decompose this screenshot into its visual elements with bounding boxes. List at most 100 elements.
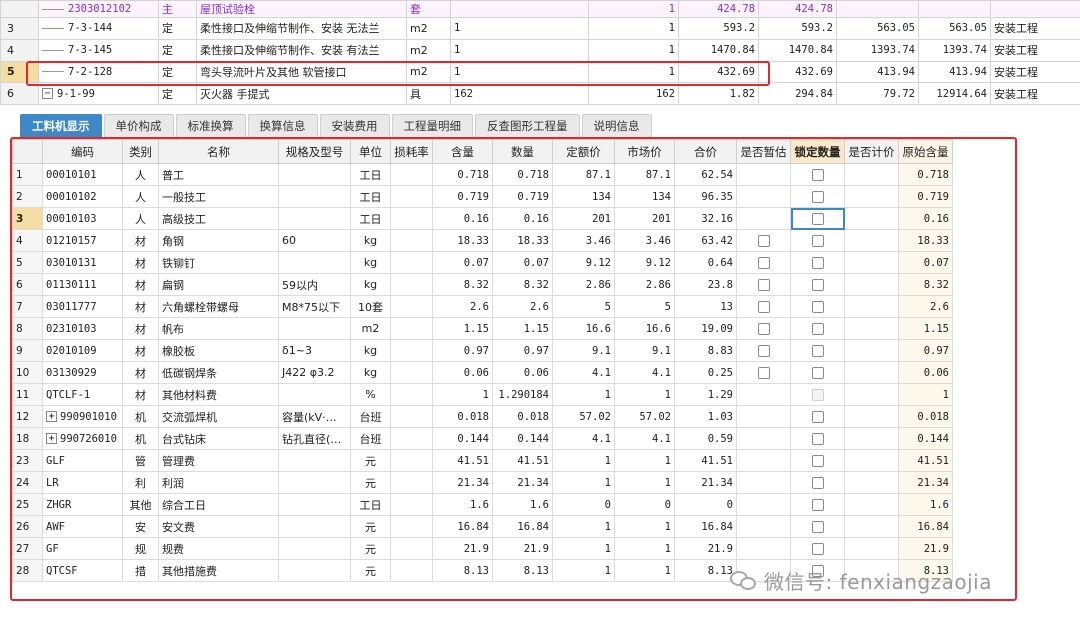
table-row[interactable]: 5 03010131 材 铁铆钉 kg 0.07 0.07 9.12 9.12 0.64 0.07 [12,251,953,274]
cell-cat[interactable]: 人 [122,207,159,230]
cell-name[interactable]: 帆布 [158,317,279,340]
table-row[interactable]: 1 00010101 人 普工 工日 0.718 0.718 87.1 87.1 62.54 0.7… [12,163,953,186]
cell-total[interactable]: 21.9 [674,537,737,560]
cell-loss[interactable] [390,163,433,186]
cell-priced[interactable] [844,361,899,384]
cell-orig[interactable]: 0.719 [898,185,953,208]
top-cell-unit[interactable]: 套 [406,0,451,18]
top-cell-c11[interactable]: 413.94 [918,60,991,84]
cell-content[interactable]: 41.51 [432,449,493,472]
cell-quota[interactable]: 0 [552,493,615,516]
cell-name[interactable]: 其他措施费 [158,559,279,582]
cell-orig[interactable]: 1.6 [898,493,953,516]
top-row[interactable]: 3 7-3-144 定 柔性接口及伸缩节制作、安装 无法兰 m2 1 1 593.2 593.2… [0,17,1080,40]
cell-estimate[interactable] [736,207,791,230]
cell-orig[interactable]: 18.33 [898,229,953,252]
cell-spec[interactable] [278,185,351,208]
cell-content[interactable]: 21.9 [432,537,493,560]
cell-estimate[interactable] [736,537,791,560]
top-cell-c11[interactable]: 1393.74 [918,38,991,62]
cell-quota[interactable]: 2.86 [552,273,615,296]
tab-4[interactable]: 安装费用 [319,114,390,137]
cell-priced[interactable] [844,515,899,538]
cell-lock-qty[interactable] [790,207,845,230]
cell-priced[interactable] [844,273,899,296]
cell-spec[interactable]: M8*75以下 [278,295,351,318]
cell-lock-qty[interactable] [790,185,845,208]
top-cell-qty_expr[interactable]: 1 [450,60,589,84]
estimate-checkbox[interactable] [757,367,770,379]
cell-content[interactable]: 21.34 [432,471,493,494]
cell-qty[interactable]: 1.290184 [492,383,553,406]
cell-qty[interactable]: 8.32 [492,273,553,296]
cell-quota[interactable]: 5 [552,295,615,318]
cell-loss[interactable] [390,493,433,516]
top-cell-code[interactable]: 7-2-128 [38,60,159,84]
table-row[interactable]: 10 03130929 材 低碳钢焊条 J422 φ3.2 kg 0.06 0.06 4.1 4.… [12,361,953,384]
top-cell-code[interactable]: 2303012102 [38,0,159,18]
cell-content[interactable]: 0.16 [432,207,493,230]
cell-loss[interactable] [390,339,433,362]
table-row[interactable]: 27 GF 规 规费 元 21.9 21.9 1 1 21.9 21.9 [12,537,953,560]
cell-qty[interactable]: 0.719 [492,185,553,208]
top-cell-total[interactable]: 593.2 [758,17,837,40]
top-cell-code[interactable]: 7-3-144 [38,17,159,40]
lock-qty-checkbox[interactable] [811,213,824,225]
cell-total[interactable]: 13 [674,295,737,318]
top-cell-spec[interactable]: 安装工程 [990,82,1080,105]
cell-spec[interactable] [278,493,351,516]
cell-estimate[interactable] [736,449,791,472]
top-row[interactable]: 4 7-3-145 定 柔性接口及伸缩节制作、安装 有法兰 m2 1 1 1470.84 147… [0,38,1080,62]
top-cell-unit[interactable]: m2 [406,17,451,40]
cell-priced[interactable] [844,537,899,560]
cell-lock-qty[interactable] [790,251,845,274]
cell-priced[interactable] [844,317,899,340]
lock-qty-checkbox[interactable] [811,521,824,533]
cell-unit[interactable]: 元 [350,449,391,472]
cell-unit[interactable]: % [350,383,391,406]
cell-loss[interactable] [390,471,433,494]
top-cell-col7[interactable]: 1 [588,0,679,18]
cell-market[interactable]: 16.6 [614,317,675,340]
cell-total[interactable]: 32.16 [674,207,737,230]
cell-market[interactable]: 9.1 [614,339,675,362]
cell-total[interactable]: 1.29 [674,383,737,406]
cell-qty[interactable]: 21.34 [492,471,553,494]
top-cell-c11[interactable] [918,0,991,18]
lock-qty-checkbox[interactable] [811,543,824,555]
cell-qty[interactable]: 0.97 [492,339,553,362]
cell-market[interactable]: 57.02 [614,405,675,428]
lock-qty-checkbox[interactable] [811,477,824,489]
cell-spec[interactable]: 钻孔直径(… [278,427,351,450]
cell-cat[interactable]: 材 [122,295,159,318]
lock-qty-checkbox[interactable] [811,235,824,247]
cell-lock-qty[interactable] [790,317,845,340]
top-cell-type[interactable]: 定 [158,60,197,84]
cell-name[interactable]: 利润 [158,471,279,494]
top-cell-price[interactable]: 593.2 [678,17,759,40]
column-header-4[interactable]: 规格及型号 [278,139,351,164]
table-row[interactable]: 25 ZHGR 其他 综合工日 工日 1.6 1.6 0 0 0 1.6 [12,493,953,516]
cell-priced[interactable] [844,339,899,362]
cell-spec[interactable] [278,537,351,560]
cell-priced[interactable] [844,471,899,494]
cell-spec[interactable] [278,449,351,472]
cell-spec[interactable] [278,317,351,340]
cell-code[interactable]: 03011777 [42,295,123,318]
cell-code[interactable]: 03010131 [42,251,123,274]
table-row[interactable]: 18 +990726010 机 台式钻床 钻孔直径(… 台班 0.144 0.144 4.1 4.… [12,427,953,450]
cell-spec[interactable]: 60 [278,229,351,252]
cell-spec[interactable] [278,251,351,274]
cell-spec[interactable] [278,383,351,406]
cell-quota[interactable]: 3.46 [552,229,615,252]
cell-content[interactable]: 0.718 [432,163,493,186]
cell-content[interactable]: 0.018 [432,405,493,428]
cell-priced[interactable] [844,383,899,406]
cell-total[interactable]: 0.25 [674,361,737,384]
cell-name[interactable]: 台式钻床 [158,427,279,450]
cell-estimate[interactable] [736,427,791,450]
cell-market[interactable]: 1 [614,559,675,582]
table-row[interactable]: 3 00010103 人 高级技工 工日 0.16 0.16 201 201 32.16 0.16 [12,207,953,230]
cell-priced[interactable] [844,405,899,428]
tab-0[interactable]: 工料机显示 [20,114,102,137]
